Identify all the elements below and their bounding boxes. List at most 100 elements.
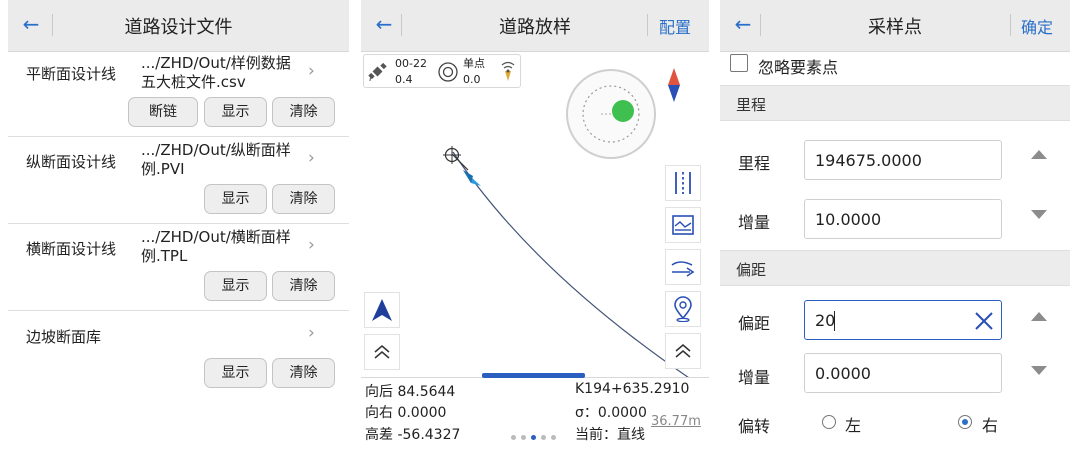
header-divider: [647, 14, 648, 36]
page-dot: [541, 435, 546, 440]
height-difference: 高差 -56.4327: [365, 427, 461, 443]
location-pin-icon[interactable]: [665, 291, 701, 327]
file-path-longitudinal[interactable]: .../ZHD/Out/纵断面样 例.PVI: [141, 141, 311, 179]
row-divider: [8, 310, 349, 311]
navigation-arrow-icon[interactable]: [364, 292, 400, 328]
file-path-cross[interactable]: .../ZHD/Out/横断面样 例.TPL: [141, 228, 311, 266]
section-title: 里程: [736, 96, 767, 114]
gnss-status-box[interactable]: 00-22 0.4 单点 0.0: [363, 54, 521, 88]
row-label-plane: 平断面设计线: [26, 65, 117, 83]
offset-decrease-icon[interactable]: [1031, 366, 1047, 375]
chevron-right-icon[interactable]: ›: [308, 323, 315, 343]
row-label-longitudinal: 纵断面设计线: [26, 153, 117, 171]
mileage-increment-label: 增量: [738, 213, 771, 232]
offset-increment-value: 0.0000: [815, 364, 871, 383]
config-button[interactable]: 配置: [659, 14, 691, 38]
offset-value: 20: [815, 311, 836, 330]
clear-button[interactable]: 清除: [272, 184, 335, 214]
clear-button[interactable]: 清除: [272, 97, 335, 127]
path-line: .../ZHD/Out/纵断面样: [141, 141, 291, 159]
radio-left[interactable]: [822, 415, 836, 429]
clear-button[interactable]: 清除: [272, 358, 335, 388]
back-distance: 向后 84.5644: [365, 384, 456, 400]
header-bar: ← 道路放样 配置: [361, 0, 709, 52]
row-divider: [8, 223, 349, 224]
file-path-plane[interactable]: .../ZHD/Out/样例数据 五大桩文件.csv: [141, 54, 311, 92]
mileage-increase-icon[interactable]: [1031, 150, 1047, 159]
satellite-count: 00-22: [395, 57, 427, 70]
row-divider: [8, 136, 349, 137]
show-button[interactable]: 显示: [204, 358, 267, 388]
solution-mode: 单点: [463, 57, 485, 70]
mileage-increment-input[interactable]: 10.0000: [804, 199, 1002, 239]
page-dot: [511, 435, 516, 440]
map-scale: 36.77m: [651, 414, 701, 429]
mileage-decrease-icon[interactable]: [1031, 210, 1047, 219]
path-line: 例.PVI: [141, 160, 185, 178]
drag-handle[interactable]: [482, 373, 585, 378]
position-arrow-icon: [461, 166, 485, 194]
page-dot: [521, 435, 526, 440]
path-line: 例.TPL: [141, 247, 188, 265]
show-button[interactable]: 显示: [204, 271, 267, 301]
radio-right[interactable]: [958, 415, 972, 429]
right-distance: 向右 0.0000: [365, 405, 447, 421]
mileage-label: 里程: [738, 154, 771, 173]
satellite-precision: 0.4: [395, 73, 413, 86]
profile-chart-icon[interactable]: [665, 207, 701, 243]
mileage-input[interactable]: 194675.0000: [804, 140, 1002, 180]
header-bar: ← 道路设计文件: [8, 0, 349, 52]
page-title: 采样点: [868, 17, 922, 38]
offset-label: 偏距: [738, 314, 771, 333]
offset-increment-label: 增量: [738, 368, 771, 387]
clear-x-icon[interactable]: [973, 310, 995, 332]
arrow-right-icon[interactable]: [665, 249, 701, 285]
page-title: 道路设计文件: [124, 17, 233, 38]
chevron-right-icon[interactable]: ›: [308, 148, 315, 168]
north-compass-icon[interactable]: [667, 68, 681, 106]
target-circle-icon: [438, 62, 458, 82]
page-dot-active: [531, 435, 536, 440]
chevron-up-double-icon[interactable]: [364, 334, 400, 370]
current-element: 当前：直线: [575, 427, 645, 443]
signal-antenna-icon: [501, 61, 515, 81]
bubble-level: [565, 68, 657, 164]
crosshair-target-icon: [443, 146, 461, 168]
deflection-label: 偏转: [738, 417, 771, 436]
design-files-panel: ← 道路设计文件 平断面设计线 .../ZHD/Out/样例数据 五大桩文件.c…: [8, 0, 349, 450]
page-title: 道路放样: [499, 17, 571, 38]
mileage-increment-value: 10.0000: [815, 210, 882, 229]
radio-right-label: 右: [982, 416, 999, 435]
satellite-icon: [368, 62, 387, 82]
chain-break-button[interactable]: 断链: [128, 97, 198, 127]
path-line: 五大桩文件.csv: [141, 73, 246, 91]
chevron-right-icon[interactable]: ›: [308, 61, 315, 81]
mileage-value: 194675.0000: [815, 151, 922, 170]
offset-increment-input[interactable]: 0.0000: [804, 353, 1002, 393]
row-label-slope: 边坡断面库: [26, 328, 102, 346]
section-title: 偏距: [736, 261, 767, 279]
offset-section-header: 偏距: [720, 250, 1070, 286]
sampling-point-panel: ← 采样点 确定 忽略要素点 里程 里程 194675.0000 增量 10.0…: [720, 0, 1070, 450]
vertical-lines-icon[interactable]: [665, 165, 701, 201]
path-line: .../ZHD/Out/样例数据: [141, 54, 291, 72]
path-line: .../ZHD/Out/横断面样: [141, 228, 291, 246]
chevron-up-double-icon[interactable]: [665, 333, 701, 369]
mileage-section-header: 里程: [720, 85, 1070, 121]
header-divider: [1010, 14, 1011, 36]
header-bar: ← 采样点 确定: [720, 0, 1070, 52]
sigma-value: σ：0.0000: [575, 405, 647, 421]
road-stakeout-panel: ← 道路放样 配置 00-22 0.4 单点 0.0 向后 84.5644 向右…: [361, 0, 709, 450]
ignore-feature-label: 忽略要素点: [758, 58, 839, 77]
offset-input[interactable]: 20: [804, 300, 1002, 340]
station-value: K194+635.2910: [575, 381, 690, 397]
chevron-right-icon[interactable]: ›: [308, 235, 315, 255]
show-button[interactable]: 显示: [204, 184, 267, 214]
offset-increase-icon[interactable]: [1031, 312, 1047, 321]
show-button[interactable]: 显示: [204, 97, 267, 127]
confirm-button[interactable]: 确定: [1021, 14, 1053, 38]
clear-button[interactable]: 清除: [272, 271, 335, 301]
row-label-cross: 横断面设计线: [26, 240, 117, 258]
ignore-feature-checkbox[interactable]: [730, 54, 748, 72]
page-dot: [551, 435, 556, 440]
